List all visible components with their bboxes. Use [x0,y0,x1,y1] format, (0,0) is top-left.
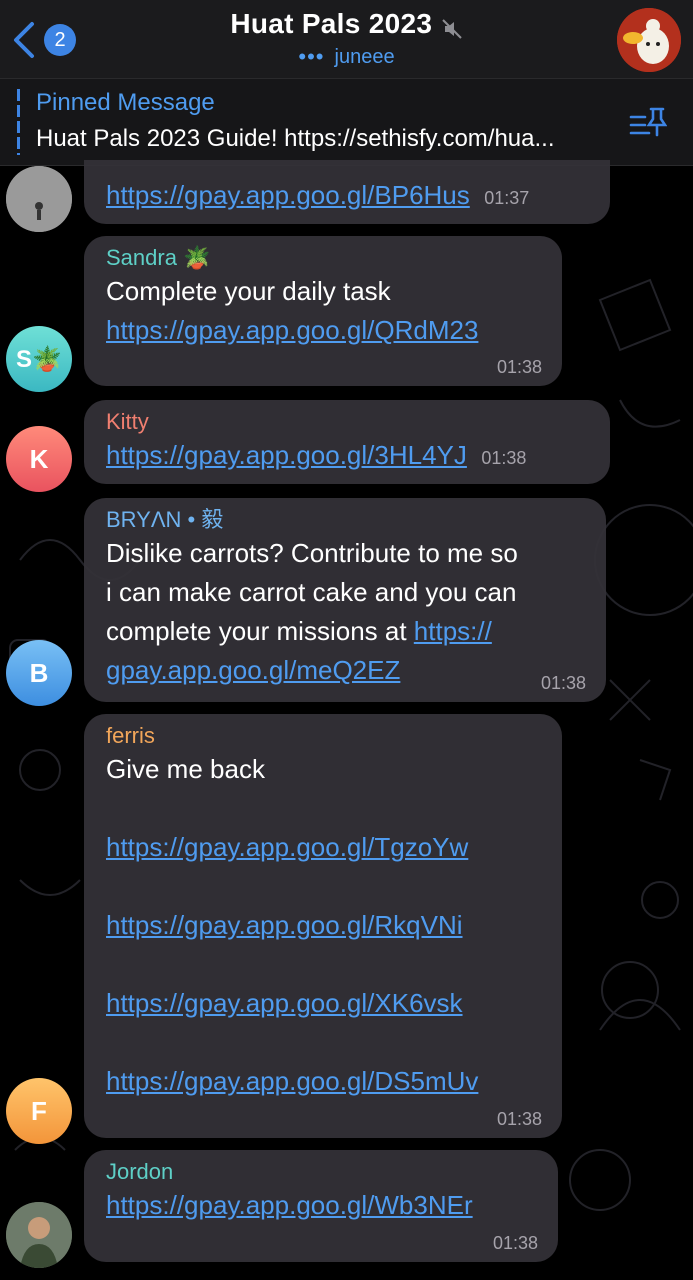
avatar[interactable]: S🪴 [6,326,72,392]
group-avatar[interactable] [617,8,681,72]
message-time: 01:38 [496,357,542,377]
avatar-photo [6,1202,72,1268]
message-link[interactable]: https://gpay.app.goo.gl/Wb3NEr [106,1186,538,1225]
chat-title: Huat Pals 2023 [230,8,433,39]
group-avatar-image [617,8,681,72]
message-time: 01:38 [496,1109,542,1129]
message-link-continued[interactable]: gpay.app.goo.gl/meQ2EZ [106,655,400,685]
sender-name: Sandra 🪴 [106,245,211,270]
chat-title-area[interactable]: Huat Pals 2023 ••• juneee [0,8,693,70]
message-link[interactable]: https://gpay.app.goo.gl/RkqVNi [106,906,542,945]
pinned-message-bar[interactable]: Pinned Message Huat Pals 2023 Guide! htt… [0,79,693,166]
message-link[interactable]: https://gpay.app.goo.gl/QRdM23 [106,311,542,350]
message-link[interactable]: https://gpay.app.goo.gl/TgzoYw [106,828,542,867]
avatar[interactable] [6,1202,72,1268]
message-bubble[interactable]: Sandra 🪴 Complete your daily task https:… [84,236,562,386]
pin-list-icon[interactable] [629,105,667,141]
message-time: 01:37 [484,188,530,208]
message-text: Complete your daily task [106,276,391,306]
pinned-indicator [17,89,20,155]
message-link[interactable]: https://gpay.app.goo.gl/XK6vsk [106,984,542,1023]
message-bubble[interactable]: Kitty https://gpay.app.goo.gl/3HL4YJ 01:… [84,400,610,484]
message-bubble[interactable]: ferris Give me back https://gpay.app.goo… [84,714,562,1138]
message-time: 01:38 [492,1233,538,1253]
message-link[interactable]: https://gpay.app.goo.gl/DS5mUv [106,1062,542,1101]
message-bubble[interactable]: https://gpay.app.goo.gl/BP6Hus 01:37 [84,160,610,224]
message-text: Give me back [106,754,265,784]
avatar[interactable]: B [6,640,72,706]
avatar-photo [6,166,72,232]
message-time: 01:38 [540,673,586,693]
sender-name: Kitty [106,409,149,434]
avatar[interactable] [6,166,72,232]
message-bubble[interactable]: Jordon https://gpay.app.goo.gl/Wb3NEr 01… [84,1150,558,1262]
pinned-text: Huat Pals 2023 Guide! https://sethisfy.c… [36,125,555,152]
message-bubble[interactable]: BRYΛN • 毅 Dislike carrots? Contribute to… [84,498,606,702]
message-link[interactable]: https:// [414,616,492,646]
sender-name: ferris [106,723,155,748]
typing-user: juneee [334,45,395,68]
sender-name: BRYΛN • 毅 [106,507,224,532]
message-time: 01:38 [481,448,527,468]
chat-header: 2 Huat Pals 2023 ••• juneee [0,0,693,79]
typing-status: ••• juneee [0,44,693,70]
pinned-label: Pinned Message [36,89,215,116]
message-link[interactable]: https://gpay.app.goo.gl/BP6Hus [106,180,470,210]
message-link[interactable]: https://gpay.app.goo.gl/3HL4YJ [106,440,467,470]
avatar[interactable]: F [6,1078,72,1144]
message-text: Dislike carrots? Contribute to me so i c… [106,534,586,690]
avatar[interactable]: K [6,426,72,492]
sender-name: Jordon [106,1159,174,1184]
muted-icon [441,19,462,39]
typing-indicator: ••• [298,44,325,69]
